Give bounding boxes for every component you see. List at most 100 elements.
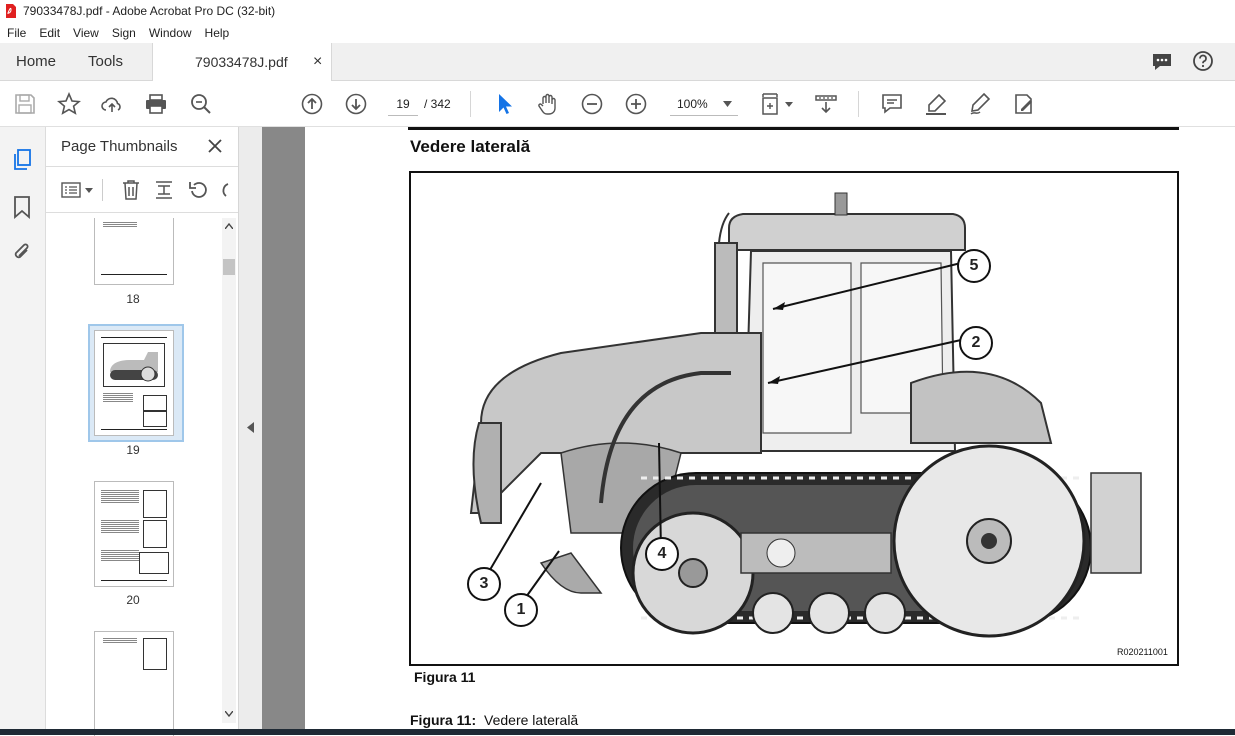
window-title: 79033478J.pdf - Adobe Acrobat Pro DC (32… (23, 4, 276, 18)
previous-page-icon[interactable] (300, 92, 324, 116)
zoom-out-icon[interactable] (580, 92, 604, 116)
zoom-level-select[interactable]: 100% (670, 93, 738, 116)
menu-file[interactable]: File (7, 26, 26, 40)
thumbnail-label: 20 (126, 593, 140, 607)
thumbnail-warning-box (143, 520, 167, 548)
tab-home[interactable]: Home (16, 43, 56, 80)
rotate-clockwise-icon[interactable] (218, 179, 230, 201)
save-icon[interactable] (13, 92, 37, 116)
thumbnails-panel: Page Thumbnails 18 19 20 (46, 127, 239, 736)
next-page-icon[interactable] (344, 92, 368, 116)
zoom-search-icon[interactable] (189, 92, 213, 116)
tab-close-icon[interactable]: × (313, 53, 322, 71)
page-number-input[interactable]: 19 (388, 93, 418, 116)
os-taskbar (0, 729, 1235, 735)
header-rule (408, 127, 1179, 130)
thumbnail-text-lines (101, 490, 139, 504)
figure-label: Figura 11 (414, 669, 476, 685)
thumbnail-rule (101, 337, 167, 338)
thumbnail-label: 18 (126, 292, 140, 306)
thumbnail-scrollbar[interactable] (222, 218, 236, 723)
thumbnail-text-lines (103, 638, 137, 644)
figure-code: R020211001 (1117, 647, 1168, 657)
thumbnail-warning-box (143, 411, 167, 427)
thumbnail-figure (103, 343, 165, 387)
comment-bubble-icon[interactable] (1151, 51, 1173, 73)
menu-view[interactable]: View (73, 26, 99, 40)
section-title: Vedere laterală (410, 137, 531, 156)
extract-pages-icon[interactable] (154, 179, 174, 201)
select-cursor-icon[interactable] (492, 92, 516, 116)
thumbnail-text-lines (103, 393, 133, 403)
thumbnail-warning-box (143, 490, 167, 518)
panel-divider (46, 212, 238, 213)
thumbnail-rule (101, 580, 167, 581)
page-fit-icon[interactable] (760, 92, 796, 116)
thumbnail-rule (101, 274, 167, 275)
caption-label: Figura 11: (410, 712, 477, 728)
zoom-level-value: 100% (677, 97, 708, 111)
thumbnail-text-lines (103, 222, 137, 228)
callout-5: 5 (957, 249, 991, 283)
close-icon[interactable] (208, 139, 222, 153)
thumbnail-label: 19 (126, 443, 140, 457)
scroll-down-icon[interactable] (225, 711, 233, 717)
menu-sign[interactable]: Sign (112, 26, 136, 40)
zoom-in-icon[interactable] (624, 92, 648, 116)
menu-bar: File Edit View Sign Window Help (0, 22, 1235, 43)
toolbar-divider (858, 91, 859, 117)
fill-and-sign-icon[interactable] (1012, 92, 1036, 116)
cloud-upload-icon[interactable] (100, 92, 124, 116)
thumbnail-rule (101, 429, 167, 430)
highlight-pen-icon[interactable] (924, 92, 948, 116)
thumbnail-text-lines (101, 520, 139, 534)
page-thumbnail-21[interactable] (94, 631, 174, 736)
page-thumbnails-icon[interactable] (12, 148, 34, 172)
figure-frame: 1 2 3 4 5 R020211001 (409, 171, 1179, 666)
navigation-rail (0, 127, 46, 735)
tab-document-label: 79033478J.pdf (195, 54, 288, 70)
tab-tools[interactable]: Tools (88, 43, 123, 80)
page-thumbnail-20[interactable] (94, 481, 174, 587)
tab-document[interactable]: 79033478J.pdf × (152, 43, 332, 81)
page-thumbnail-18[interactable] (94, 218, 174, 285)
panel-collapse-strip[interactable] (239, 127, 262, 735)
chevron-down-icon (723, 101, 732, 107)
scrolling-mode-icon[interactable] (814, 92, 838, 116)
tab-bar: Home Tools 79033478J.pdf × (0, 43, 1235, 81)
title-bar: 79033478J.pdf - Adobe Acrobat Pro DC (32… (0, 0, 1235, 22)
menu-help[interactable]: Help (205, 26, 230, 40)
document-background (262, 127, 305, 735)
draw-freeform-icon[interactable] (968, 92, 992, 116)
panel-divider (102, 179, 103, 201)
star-bookmark-icon[interactable] (57, 91, 81, 116)
panel-title: Page Thumbnails (61, 138, 178, 155)
bookmark-icon[interactable] (13, 195, 31, 219)
print-icon[interactable] (144, 92, 168, 116)
thumbnail-options-icon[interactable] (61, 181, 95, 199)
tractor-illustration (469, 192, 1142, 638)
attachment-paperclip-icon[interactable] (11, 240, 33, 264)
menu-edit[interactable]: Edit (39, 26, 60, 40)
page-total-label: / 342 (424, 97, 451, 111)
callout-1: 1 (504, 593, 538, 627)
callout-2: 2 (959, 326, 993, 360)
add-comment-icon[interactable] (880, 92, 904, 116)
thumbnail-warning-box (139, 552, 169, 574)
delete-trash-icon[interactable] (121, 179, 141, 201)
thumbnail-warning-box (143, 395, 167, 411)
help-icon[interactable] (1192, 50, 1214, 72)
thumbnail-warning-box (143, 638, 167, 670)
page-thumbnail-19[interactable] (94, 330, 174, 436)
caption-text: Vedere laterală (484, 712, 579, 728)
scrollbar-thumb[interactable] (223, 259, 235, 275)
callout-3: 3 (467, 567, 501, 601)
scroll-up-icon[interactable] (225, 223, 233, 229)
panel-divider (46, 166, 238, 167)
collapse-arrow-icon[interactable] (247, 422, 254, 433)
hand-tool-icon[interactable] (536, 92, 560, 116)
menu-window[interactable]: Window (149, 26, 192, 40)
rotate-counterclockwise-icon[interactable] (188, 179, 210, 201)
toolbar-divider (470, 91, 471, 117)
thumbnail-text-lines (101, 550, 139, 562)
